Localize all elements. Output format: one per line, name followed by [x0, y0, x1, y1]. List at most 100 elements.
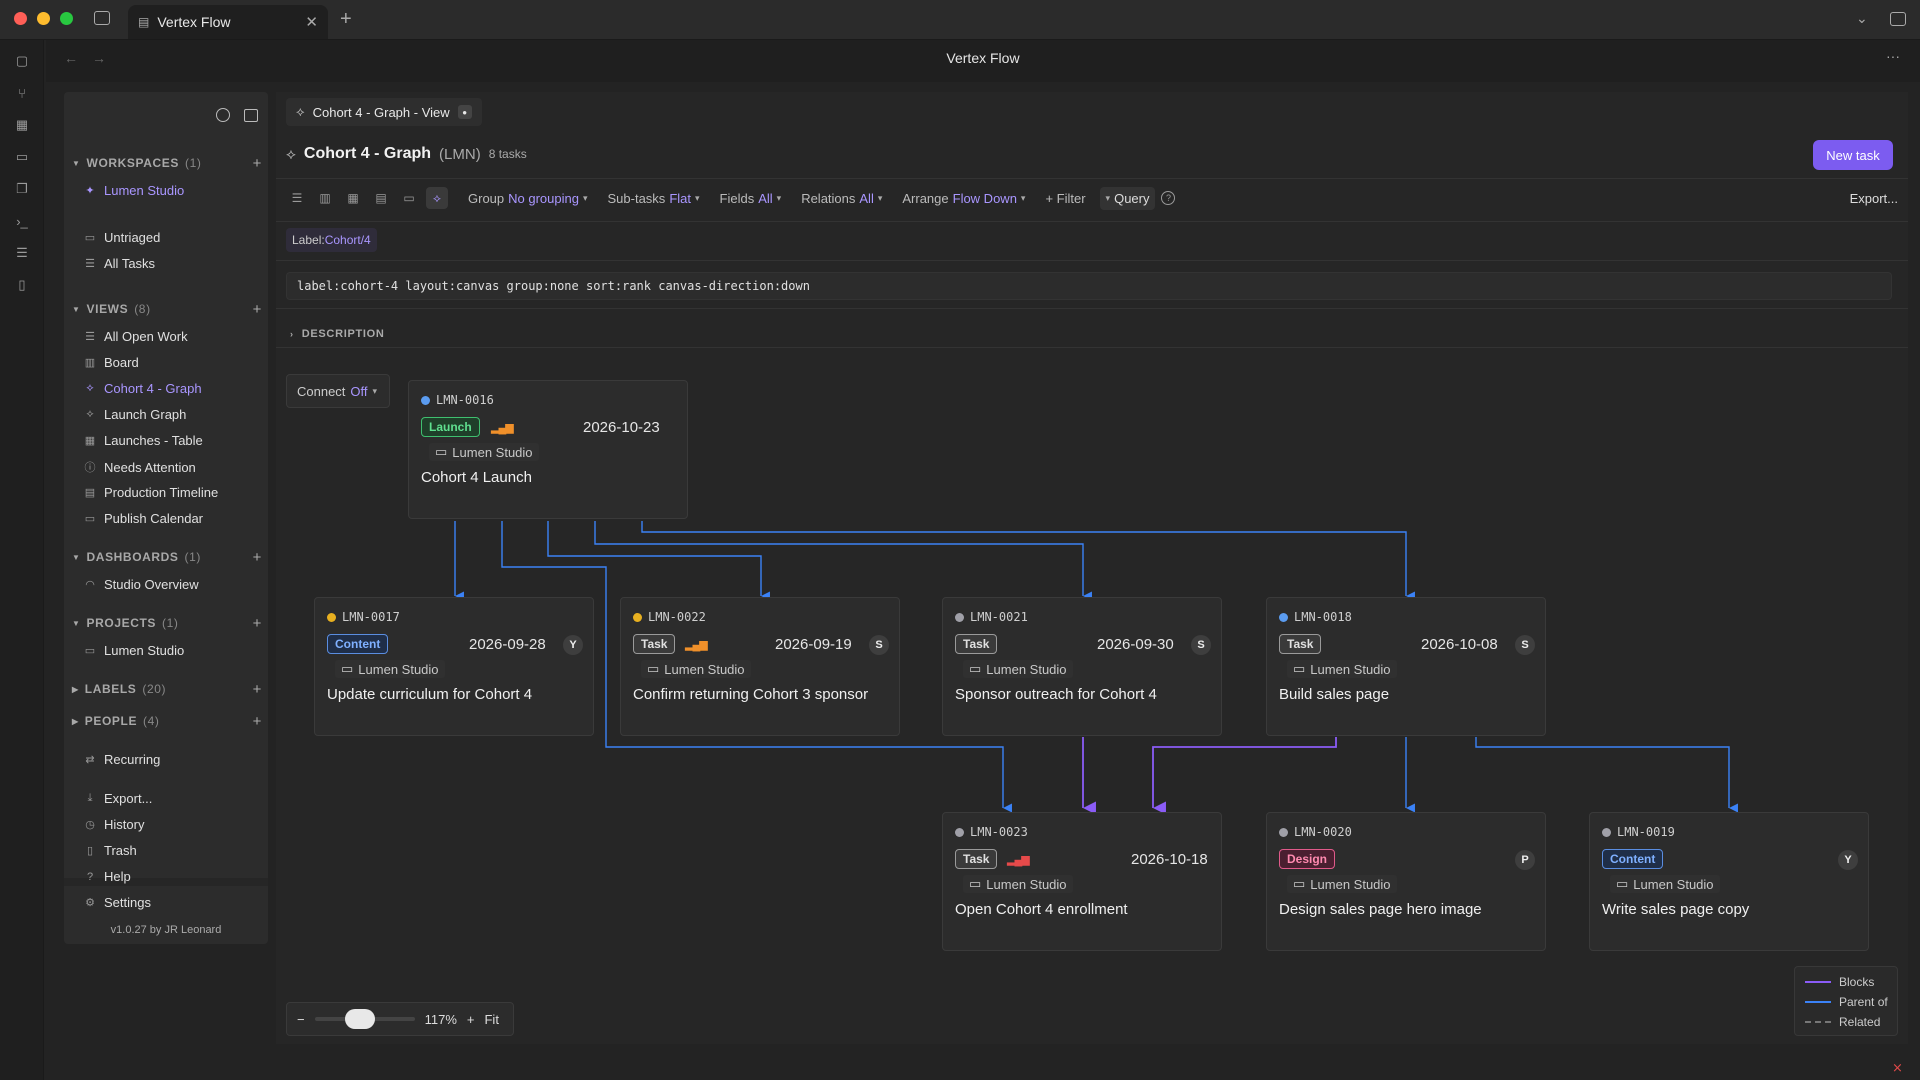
section-workspaces[interactable]: ▼ WORKSPACES (1) +	[72, 155, 268, 172]
section-count: (20)	[142, 682, 167, 696]
add-dashboard-icon[interactable]: +	[253, 549, 262, 566]
sidebar-item-untriaged[interactable]: ▭ Untriaged	[84, 230, 161, 245]
task-card-lmn-0018[interactable]: LMN-0018 Task 2026-10-08 S ▭ Lumen Studio…	[1266, 597, 1546, 736]
section-dashboards[interactable]: ▼ DASHBOARDS (1) +	[72, 549, 268, 566]
task-card-lmn-0021[interactable]: LMN-0021 Task 2026-09-30 S ▭ Lumen Studio…	[942, 597, 1222, 736]
grid-icon[interactable]: ▦	[13, 116, 31, 134]
sidebar-item-label: Board	[104, 355, 139, 370]
section-count: (1)	[162, 616, 179, 630]
sidebar-item-history[interactable]: ◷ History	[84, 817, 144, 832]
chevron-down-icon[interactable]: ⌄	[1856, 10, 1868, 27]
avatar[interactable]: S	[1191, 635, 1211, 655]
sidebar-item-all-tasks[interactable]: ☰ All Tasks	[84, 256, 155, 271]
document-search-icon[interactable]: ▢	[13, 52, 31, 70]
checklist-icon[interactable]: ☰	[13, 244, 31, 262]
project-tag: ▭ Lumen Studio	[963, 875, 1073, 893]
sidebar-item-studio-overview[interactable]: ◠ Studio Overview	[84, 577, 199, 592]
legend-blocks: Blocks	[1805, 975, 1874, 989]
section-labels[interactable]: ▶ LABELS (20) +	[72, 681, 268, 698]
calendar-icon[interactable]: ▭	[13, 148, 31, 166]
status-dot	[955, 827, 964, 837]
sidebar-item-label: Studio Overview	[104, 577, 199, 592]
zoom-out-button[interactable]: −	[297, 1012, 305, 1027]
error-indicator-icon[interactable]: ⨯	[1892, 1060, 1903, 1076]
task-id-text: LMN-0017	[342, 610, 400, 624]
history-icon: ◷	[85, 819, 95, 831]
sidebar-item-lumen-studio[interactable]: ✦ Lumen Studio	[84, 183, 184, 198]
section-people[interactable]: ▶ PEOPLE (4) +	[72, 713, 268, 730]
zoom-slider-thumb[interactable]	[344, 1009, 375, 1029]
sidebar-item-board[interactable]: ▥ Board	[84, 355, 139, 370]
due-date: 2026-09-19	[775, 636, 852, 653]
browser-tab[interactable]: ▤ Vertex Flow ✕	[128, 5, 328, 39]
branch-icon[interactable]: ⑂	[13, 84, 31, 102]
task-card-lmn-0020[interactable]: LMN-0020 Design P ▭ Lumen Studio Design s…	[1266, 812, 1546, 951]
avatar[interactable]: Y	[1838, 850, 1858, 870]
add-person-icon[interactable]: +	[253, 713, 262, 730]
avatar[interactable]: P	[1515, 850, 1535, 870]
sidebar-item-needs-attention[interactable]: ⓘ Needs Attention	[84, 459, 196, 475]
book-icon[interactable]: ▯	[13, 276, 31, 294]
sidebar-item-cohort-4-graph[interactable]: ⟡ Cohort 4 - Graph	[84, 381, 201, 396]
project-tag: ▭ Lumen Studio	[335, 660, 445, 678]
collapse-sidebar-icon[interactable]	[244, 109, 258, 122]
legend-parent-of: Parent of	[1805, 995, 1888, 1009]
project-tag: ▭ Lumen Studio	[641, 660, 751, 678]
minimize-window-button[interactable]	[37, 12, 50, 25]
section-projects[interactable]: ▼ PROJECTS (1) +	[72, 615, 268, 632]
add-workspace-icon[interactable]: +	[253, 155, 262, 172]
due-date: 2026-10-18	[1131, 851, 1208, 868]
task-card-lmn-0019[interactable]: LMN-0019 Content Y ▭ Lumen Studio Write s…	[1589, 812, 1869, 951]
add-project-icon[interactable]: +	[253, 615, 262, 632]
zoom-in-button[interactable]: +	[467, 1012, 475, 1027]
close-window-button[interactable]	[14, 12, 27, 25]
priority-bars-icon: ▂▄▆	[1007, 854, 1030, 866]
legend-line	[1805, 981, 1831, 983]
task-card-lmn-0016[interactable]: LMN-0016 Launch ▂▄▆ 2026-10-23 ▭ Lumen St…	[408, 380, 688, 519]
sidebar-item-trash[interactable]: ▯ Trash	[84, 843, 137, 858]
add-label-icon[interactable]: +	[253, 681, 262, 698]
terminal-icon[interactable]: ›_	[13, 212, 31, 230]
sidebar-item-project-lumen-studio[interactable]: ▭ Lumen Studio	[84, 643, 184, 658]
sidebar-item-help[interactable]: ? Help	[84, 869, 131, 884]
zoom-window-button[interactable]	[60, 12, 73, 25]
sidebar-item-recurring[interactable]: ⇄ Recurring	[84, 752, 160, 767]
panel-toggle-icon[interactable]	[1890, 12, 1906, 26]
fit-button[interactable]: Fit	[484, 1012, 498, 1027]
avatar[interactable]: Y	[563, 635, 583, 655]
task-card-lmn-0023[interactable]: LMN-0023 Task ▂▄▆ 2026-10-18 ▭ Lumen Stud…	[942, 812, 1222, 951]
type-badge: Design	[1279, 849, 1336, 869]
sidebar-item-production-timeline[interactable]: ▤ Production Timeline	[84, 485, 218, 500]
avatar[interactable]: S	[1515, 635, 1535, 655]
chevron-down-icon: ▼	[72, 618, 81, 628]
more-options-icon[interactable]: ···	[1886, 48, 1900, 64]
sidebar-toggle-icon[interactable]	[94, 11, 110, 25]
sidebar-item-launch-graph[interactable]: ⟡ Launch Graph	[84, 407, 186, 422]
task-card-lmn-0017[interactable]: LMN-0017 Content 2026-09-28 Y ▭ Lumen Stu…	[314, 597, 594, 736]
status-dot	[1279, 827, 1288, 837]
copy-icon[interactable]: ❐	[13, 180, 31, 198]
type-badge: Task	[633, 634, 676, 654]
chevron-right-icon: ▶	[72, 684, 79, 694]
task-card-lmn-0022[interactable]: LMN-0022 Task ▂▄▆ 2026-09-19 S ▭ Lumen St…	[620, 597, 900, 736]
new-tab-icon[interactable]: +	[340, 8, 352, 31]
sidebar-item-launches-table[interactable]: ▦ Launches - Table	[84, 433, 203, 448]
sidebar-item-export[interactable]: ⤓ Export...	[84, 791, 153, 806]
add-view-icon[interactable]: +	[253, 301, 262, 318]
app-header-bar: ← → Vertex Flow ···	[46, 40, 1920, 82]
search-icon[interactable]	[216, 108, 230, 122]
avatar[interactable]: S	[869, 635, 889, 655]
priority-bars-icon: ▂▄▆	[491, 422, 514, 434]
task-title: Confirm returning Cohort 3 sponsor	[633, 686, 869, 703]
zoom-slider[interactable]	[314, 1009, 415, 1029]
connect-toggle[interactable]: Connect Off ▾	[286, 374, 390, 408]
chevron-down-icon: ▼	[72, 304, 81, 314]
project-name: Lumen Studio	[1633, 876, 1714, 892]
calendar-icon: ▭	[84, 513, 96, 525]
section-views[interactable]: ▼ VIEWS (8) +	[72, 301, 268, 318]
close-tab-icon[interactable]: ✕	[305, 13, 318, 31]
sidebar-item-all-open-work[interactable]: ☰ All Open Work	[84, 329, 188, 344]
sidebar-item-publish-calendar[interactable]: ▭ Publish Calendar	[84, 511, 203, 526]
sidebar-item-settings[interactable]: ⚙ Settings	[84, 895, 151, 910]
priority-bars-icon: ▂▄▆	[685, 639, 708, 651]
